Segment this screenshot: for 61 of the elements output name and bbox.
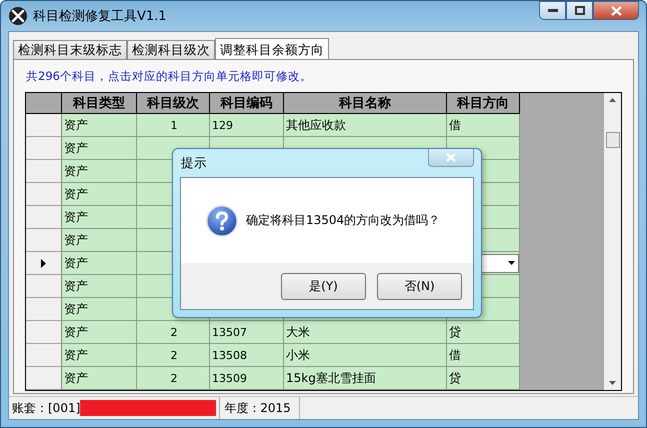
question-icon (206, 204, 238, 236)
tab[interactable]: 检测科目末级标志 (13, 40, 127, 59)
table-cell: 大米 (284, 321, 447, 344)
close-button[interactable] (428, 149, 474, 167)
scroll-down-icon (609, 381, 616, 385)
tab[interactable]: 调整科目余额方向 (215, 38, 329, 60)
current-row-icon (41, 258, 46, 268)
table-cell: 2 (137, 321, 210, 344)
table-cell: 资产 (62, 344, 137, 367)
close-icon (610, 6, 622, 16)
table-cell: 其他应收款 (284, 114, 447, 137)
table-cell[interactable]: 借 (447, 114, 520, 137)
tools-icon (9, 7, 27, 25)
window-title: 科目检测修复工具V1.1 (33, 8, 167, 25)
caret-icon (508, 261, 515, 265)
info-text: 共296个科目，点击对应的科目方向单元格即可修改。 (26, 68, 313, 84)
table-cell: 2 (137, 344, 210, 367)
column-header[interactable]: 科目类型 (62, 93, 137, 114)
column-header[interactable]: 科目级次 (137, 93, 210, 114)
table-cell: 129 (210, 114, 284, 137)
minimize-button[interactable] (539, 1, 566, 20)
scroll-thumb[interactable] (606, 132, 620, 148)
close-icon (446, 153, 456, 162)
maximize-button[interactable] (566, 1, 593, 20)
table-cell: 小米 (284, 344, 447, 367)
minimize-icon (548, 8, 558, 12)
scrollbar[interactable] (604, 93, 621, 390)
tab[interactable]: 检测科目级次 (127, 40, 215, 59)
table-cell[interactable]: 借 (447, 344, 520, 367)
dialog-title: 提示 (181, 154, 207, 172)
dialog-message: 确定将科目13504的方向改为借吗？ (246, 212, 440, 229)
scroll-up-icon (609, 98, 616, 102)
table-cell[interactable]: 贷 (447, 321, 520, 344)
dialog-button[interactable]: 否(N) (377, 272, 462, 300)
dialog-button[interactable]: 是(Y) (281, 272, 366, 300)
table-cell: 资产 (62, 321, 137, 344)
table-cell: 2 (137, 367, 210, 390)
table-cell: 15kg塞北雪挂面 (284, 367, 447, 390)
table-cell: 资产 (62, 229, 137, 252)
table-cell: 资产 (62, 367, 137, 390)
column-header[interactable]: 科目名称 (284, 93, 447, 114)
table-cell: 资产 (62, 275, 137, 298)
table-cell: 资产 (62, 137, 137, 160)
table-cell: 资产 (62, 206, 137, 229)
row-header[interactable] (26, 252, 62, 275)
table-cell: 13509 (210, 367, 284, 390)
table-cell: 资产 (62, 183, 137, 206)
column-header[interactable]: 科目方向 (447, 93, 520, 114)
table-cell: 资产 (62, 252, 137, 275)
table-cell: 13507 (210, 321, 284, 344)
column-header[interactable]: 科目编码 (210, 93, 284, 114)
table-cell: 1 (137, 114, 210, 137)
table-cell: 13508 (210, 344, 284, 367)
table-cell: 资产 (62, 160, 137, 183)
maximize-icon (574, 6, 584, 15)
account-label: 账套：[001] (12, 400, 80, 417)
close-button[interactable] (593, 1, 639, 20)
year-label: 年度：2015 (224, 400, 291, 417)
table-cell: 资产 (62, 114, 137, 137)
table-cell[interactable]: 贷 (447, 367, 520, 390)
table-cell: 资产 (62, 298, 137, 321)
